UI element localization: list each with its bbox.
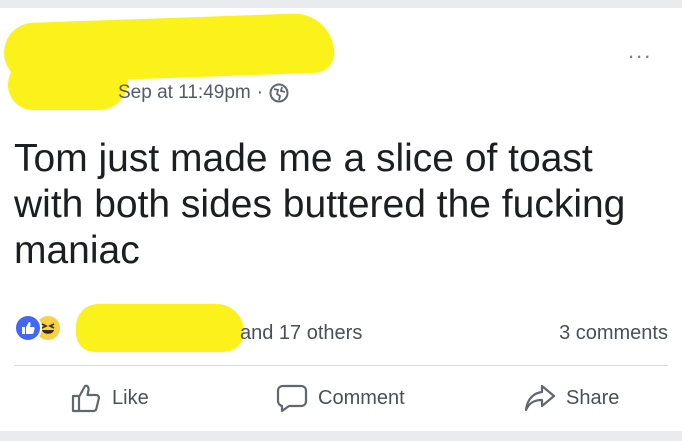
comments-count[interactable]: 3 comments (559, 322, 668, 345)
share-label: Share (566, 386, 620, 409)
post-text: Tom just made me a slice of toast with b… (14, 137, 626, 272)
action-divider (14, 365, 668, 366)
comment-icon (276, 384, 308, 413)
like-label: Like (112, 386, 149, 409)
post-timestamp[interactable]: Sep at 11:49pm (118, 82, 251, 104)
reaction-others-count[interactable]: and 17 others (240, 322, 362, 345)
redacted-reactor-names (76, 304, 244, 352)
more-options-icon[interactable]: ... (628, 40, 652, 62)
globe-icon (269, 83, 289, 103)
share-icon (524, 384, 556, 412)
post-card: Sep at 11:49pm · ... Tom just made me a … (0, 8, 682, 431)
comment-button[interactable]: Comment (276, 382, 405, 414)
redacted-name-tail (8, 58, 128, 110)
reaction-icons[interactable] (14, 314, 62, 342)
post-meta: Sep at 11:49pm · (118, 82, 289, 104)
share-button[interactable]: Share (524, 382, 619, 414)
comment-label: Comment (318, 386, 405, 409)
meta-separator: · (256, 82, 264, 103)
like-button[interactable]: Like (70, 382, 149, 414)
thumbs-up-icon (71, 384, 101, 413)
like-reaction-icon (14, 314, 42, 342)
